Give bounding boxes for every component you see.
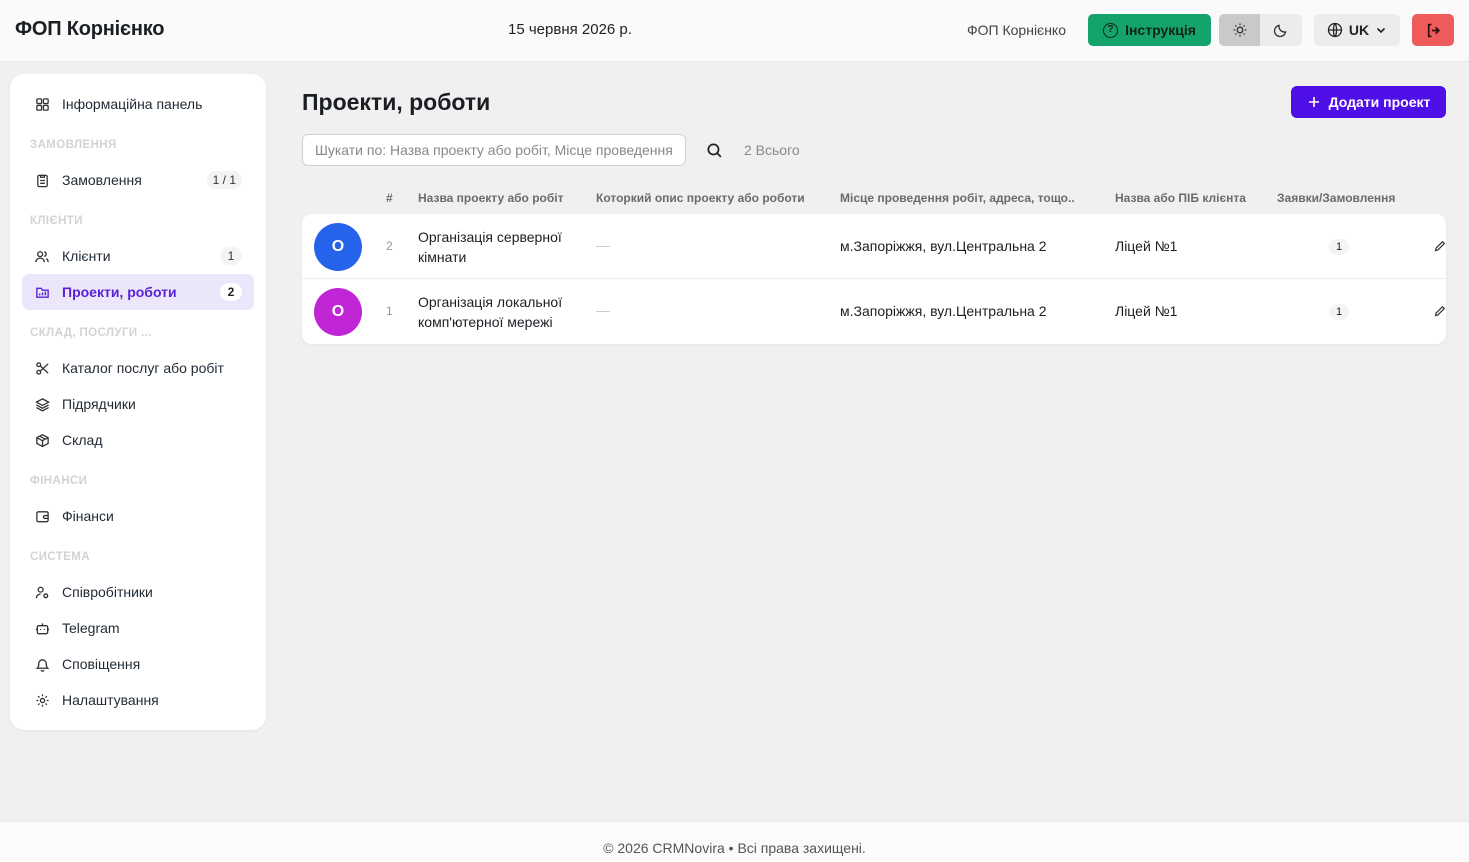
bot-icon: [34, 620, 50, 636]
project-name[interactable]: Організація локальної комп'ютерної мереж…: [418, 292, 588, 332]
avatar: О: [314, 223, 362, 271]
row-number: 1: [386, 304, 393, 318]
language-label: UK: [1348, 22, 1370, 38]
instruction-label: Інструкція: [1125, 22, 1196, 38]
total-count: 2 Всього: [744, 142, 800, 158]
user-name[interactable]: ФОП Корнієнко: [967, 22, 1066, 38]
sidebar-item-label: Сповіщення: [62, 656, 141, 672]
sidebar-item-label: Налаштування: [62, 692, 159, 708]
sidebar-item-label: Фінанси: [62, 508, 114, 524]
logout-icon: [1427, 23, 1440, 37]
dark-theme-button[interactable]: [1260, 14, 1301, 46]
projects-count-badge: 2: [220, 283, 242, 301]
package-icon: [34, 432, 50, 448]
column-description[interactable]: Которкий опис проекту або роботи: [596, 191, 805, 205]
sidebar-item-telegram[interactable]: Telegram: [22, 610, 254, 646]
chevron-down-icon: [1377, 27, 1386, 34]
section-warehouse: СКЛАД, ПОСЛУГИ ...: [30, 327, 152, 339]
page-title: Проекти, роботи: [302, 89, 491, 115]
section-system: СИСТЕМА: [30, 551, 90, 563]
sidebar-item-clients[interactable]: Клієнти 1: [22, 238, 254, 274]
table-row[interactable]: О 2 Організація серверної кімнати — м.За…: [302, 214, 1446, 279]
search-icon[interactable]: [706, 142, 723, 159]
add-project-button[interactable]: Додати проект: [1291, 86, 1446, 118]
clients-count-badge: 1: [220, 247, 242, 265]
plus-icon: [1308, 97, 1319, 107]
sidebar-item-label: Співробітники: [62, 584, 153, 600]
sidebar-item-catalog[interactable]: Каталог послуг або робіт: [22, 350, 254, 386]
sidebar: Інформаційна панель ЗАМОВЛЕННЯ Замовленн…: [10, 74, 266, 730]
orders-count-badge: 1 / 1: [206, 171, 242, 189]
row-number: 2: [386, 239, 393, 253]
projects-table: О 2 Організація серверної кімнати — м.За…: [302, 214, 1446, 344]
column-number[interactable]: #: [386, 191, 393, 205]
search-input[interactable]: [302, 134, 686, 166]
edit-pencil-icon[interactable]: [1434, 240, 1446, 252]
column-orders[interactable]: Заявки/Замовлення: [1277, 191, 1395, 205]
clipboard-icon: [34, 172, 50, 188]
company-name: ФОП Корнієнко: [15, 18, 165, 40]
sidebar-item-contractors[interactable]: Підрядчики: [22, 386, 254, 422]
theme-switcher: [1219, 14, 1302, 46]
sidebar-item-finance[interactable]: Фінанси: [22, 498, 254, 534]
wallet-icon: [34, 508, 50, 524]
project-name[interactable]: Організація серверної кімнати: [418, 227, 588, 267]
edit-pencil-icon[interactable]: [1434, 305, 1446, 317]
sidebar-item-projects[interactable]: Проекти, роботи 2: [22, 274, 254, 310]
section-orders: ЗАМОВЛЕННЯ: [30, 139, 117, 151]
column-place[interactable]: Місце проведення робіт, адреса, тощо..: [840, 191, 1075, 205]
sidebar-item-orders[interactable]: Замовлення 1 / 1: [22, 162, 254, 198]
project-description: —: [596, 237, 610, 253]
light-theme-button[interactable]: [1219, 14, 1260, 46]
sidebar-item-dashboard[interactable]: Інформаційна панель: [22, 86, 254, 122]
add-project-label: Додати проект: [1328, 94, 1431, 110]
orders-count[interactable]: 1: [1329, 239, 1349, 255]
user-cog-icon: [34, 584, 50, 600]
column-client[interactable]: Назва або ПІБ клієнта: [1115, 191, 1246, 205]
layers-icon: [34, 396, 50, 412]
folder-icon: [34, 284, 50, 300]
help-circle-icon: ?: [1103, 22, 1119, 38]
grid-icon: [34, 96, 50, 112]
globe-icon: [1327, 22, 1343, 38]
top-bar: ФОП Корнієнко 15 червня 2026 р. ФОП Корн…: [0, 0, 1469, 62]
scissors-icon: [34, 360, 50, 376]
sidebar-item-label: Інформаційна панель: [62, 96, 203, 112]
project-place: м.Запоріжжя, вул.Центральна 2: [840, 238, 1047, 254]
orders-count[interactable]: 1: [1329, 304, 1349, 320]
language-selector[interactable]: UK: [1314, 14, 1400, 46]
sidebar-item-employees[interactable]: Співробітники: [22, 574, 254, 610]
sun-icon: [1233, 23, 1246, 37]
moon-icon: [1273, 24, 1287, 37]
sidebar-item-label: Підрядчики: [62, 396, 136, 412]
project-client[interactable]: Ліцей №1: [1115, 238, 1177, 254]
current-date: 15 червня 2026 р.: [508, 21, 632, 38]
footer: © 2026 CRMNovira • Всі права захищені.: [0, 821, 1469, 862]
section-clients: КЛІЄНТИ: [30, 215, 83, 227]
project-description: —: [596, 302, 610, 318]
section-finance: ФІНАНСИ: [30, 475, 88, 487]
sidebar-item-label: Клієнти: [62, 248, 111, 264]
project-place: м.Запоріжжя, вул.Центральна 2: [840, 303, 1047, 319]
instruction-button[interactable]: ? Інструкція: [1088, 14, 1211, 46]
sidebar-item-label: Замовлення: [62, 172, 142, 188]
table-header: # Назва проекту або робіт Которкий опис …: [302, 186, 1446, 212]
users-icon: [34, 248, 50, 264]
sidebar-item-label: Telegram: [62, 620, 120, 636]
column-name[interactable]: Назва проекту або робіт: [418, 191, 563, 205]
copyright-text: © 2026 CRMNovira • Всі права захищені.: [603, 840, 866, 856]
sidebar-item-notifications[interactable]: Сповіщення: [22, 646, 254, 682]
sidebar-item-label: Склад: [62, 432, 103, 448]
logout-button[interactable]: [1412, 14, 1454, 46]
gear-icon: [34, 692, 50, 708]
bell-icon: [34, 656, 50, 672]
table-row[interactable]: О 1 Організація локальної комп'ютерної м…: [302, 279, 1446, 344]
sidebar-item-settings[interactable]: Налаштування: [22, 682, 254, 718]
project-client[interactable]: Ліцей №1: [1115, 303, 1177, 319]
sidebar-item-label: Каталог послуг або робіт: [62, 360, 224, 376]
avatar: О: [314, 288, 362, 336]
sidebar-item-label: Проекти, роботи: [62, 284, 177, 300]
sidebar-item-warehouse[interactable]: Склад: [22, 422, 254, 458]
